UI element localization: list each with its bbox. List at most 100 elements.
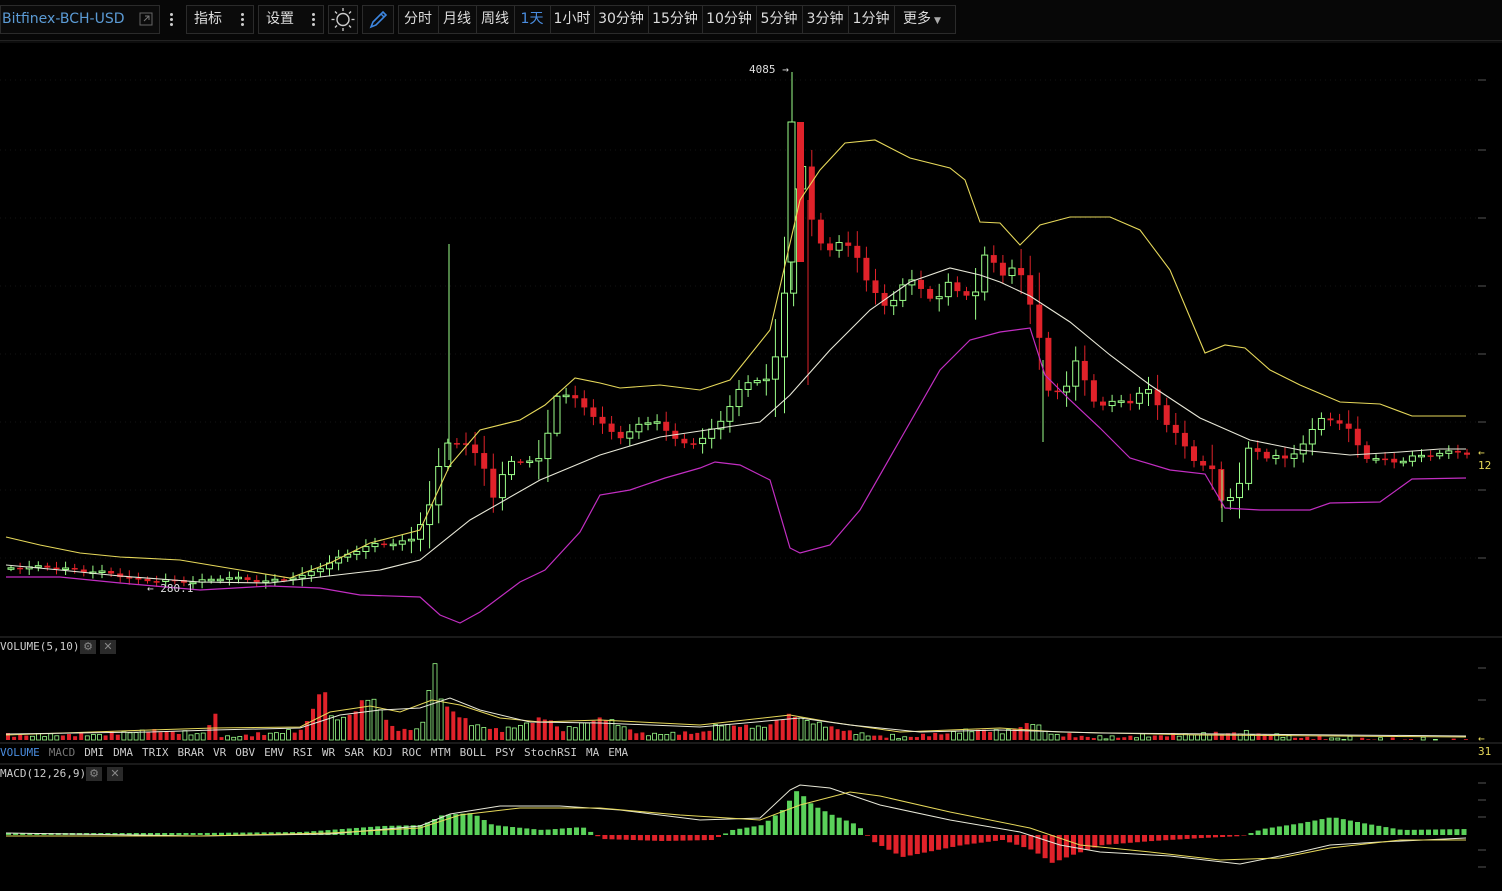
indicator-tab-boll[interactable]: BOLL xyxy=(460,746,487,759)
candle-body xyxy=(7,567,15,570)
macd-histogram-bar xyxy=(1113,835,1119,844)
volume-bar xyxy=(91,734,96,741)
indicator-tab-sar[interactable]: SAR xyxy=(344,746,364,759)
close-icon: ✕ xyxy=(103,640,113,653)
candle-body xyxy=(1236,482,1243,499)
volume-close-button[interactable]: ✕ xyxy=(100,640,116,654)
macd-histogram-bar xyxy=(1234,835,1240,837)
macd-histogram-bar xyxy=(1241,835,1247,836)
macd-histogram-bar xyxy=(808,803,814,835)
macd-histogram-bar xyxy=(666,835,672,841)
macd-histogram-bar xyxy=(886,835,892,850)
macd-histogram-bar xyxy=(985,835,991,842)
volume-bar xyxy=(695,732,700,740)
macd-histogram-bar xyxy=(751,826,757,835)
indicator-tab-dma[interactable]: DMA xyxy=(113,746,133,759)
indicator-tab-psy[interactable]: PSY xyxy=(495,746,515,759)
macd-histogram-bar xyxy=(900,835,906,857)
candle-body xyxy=(135,577,142,580)
volume-bar xyxy=(469,725,475,741)
indicator-tab-trix[interactable]: TRIX xyxy=(142,746,169,759)
macd-histogram-bar xyxy=(758,825,764,835)
indicator-tab-emv[interactable]: EMV xyxy=(264,746,284,759)
volume-bar xyxy=(640,732,645,740)
volume-bar xyxy=(1390,737,1395,740)
volume-bar xyxy=(176,733,181,740)
candle-body xyxy=(1336,420,1343,424)
indicator-tab-stochrsi[interactable]: StochRSI xyxy=(524,746,577,759)
volume-bar xyxy=(615,725,621,741)
macd-histogram-bar xyxy=(921,835,927,853)
candle-body xyxy=(1027,275,1034,305)
candle-body xyxy=(744,382,752,390)
candle-body xyxy=(562,394,570,398)
volume-bar xyxy=(988,731,993,740)
macd-settings-button[interactable]: ⚙ xyxy=(86,767,102,781)
candle-body xyxy=(1209,465,1216,470)
macd-close-button[interactable]: ✕ xyxy=(107,767,123,781)
volume-bar xyxy=(1067,733,1072,740)
volume-settings-button[interactable]: ⚙ xyxy=(80,640,96,654)
volume-bar xyxy=(1006,729,1011,741)
volume-bar xyxy=(1146,736,1152,741)
volume-bar xyxy=(1079,735,1084,740)
candle-body xyxy=(1100,401,1106,406)
indicator-tab-kdj[interactable]: KDJ xyxy=(373,746,393,759)
indicator-tab-obv[interactable]: OBV xyxy=(235,746,255,759)
macd-histogram-bar xyxy=(992,835,998,841)
volume-bar xyxy=(334,719,340,741)
indicator-tab-volume[interactable]: VOLUME xyxy=(0,746,40,759)
upper-bollinger-band xyxy=(5,139,1466,579)
volume-bar xyxy=(975,729,980,740)
volume-bar xyxy=(561,731,566,740)
indicator-tabs: VOLUME MACD DMI DMA TRIX BRAR VR OBV EMV RSI WR SAR… xyxy=(0,746,637,762)
macd-histogram-bar xyxy=(1142,835,1147,842)
indicator-tab-brar[interactable]: BRAR xyxy=(178,746,205,759)
candle-body xyxy=(635,423,643,433)
volume-bar xyxy=(273,732,279,741)
macd-histogram-bar xyxy=(510,827,516,835)
indicator-tab-macd[interactable]: MACD xyxy=(49,746,76,759)
volume-bar xyxy=(347,714,352,740)
indicator-tab-dmi[interactable]: DMI xyxy=(84,746,104,759)
macd-histogram-bar xyxy=(481,820,487,835)
candle-body xyxy=(845,242,852,246)
macd-histogram-bar xyxy=(389,825,395,835)
macd-histogram-bar xyxy=(765,820,771,835)
macd-histogram-bar xyxy=(673,835,679,841)
volume-bar xyxy=(84,735,90,741)
volume-bar xyxy=(445,706,450,740)
indicator-tab-vr[interactable]: VR xyxy=(213,746,226,759)
macd-histogram-bar xyxy=(162,833,168,835)
volume-bar xyxy=(1463,739,1468,740)
volume-bar xyxy=(853,734,859,741)
volume-bar xyxy=(634,733,639,740)
candle-body xyxy=(771,356,779,380)
volume-bar xyxy=(683,731,688,740)
candle-body xyxy=(526,460,534,464)
indicator-tab-mtm[interactable]: MTM xyxy=(431,746,451,759)
indicator-tab-wr[interactable]: WR xyxy=(322,746,335,759)
candle-body xyxy=(990,255,997,263)
volume-bar xyxy=(664,734,670,741)
candle-body xyxy=(381,543,388,546)
volume-bar xyxy=(1311,739,1316,740)
candle-body xyxy=(1299,443,1307,455)
macd-histogram-bar xyxy=(1177,835,1183,840)
indicator-tab-roc[interactable]: ROC xyxy=(402,746,422,759)
candle-body xyxy=(216,578,224,582)
candle-body xyxy=(1008,267,1016,277)
indicator-tab-rsi[interactable]: RSI xyxy=(293,746,313,759)
volume-bar xyxy=(457,717,462,740)
volume-bar xyxy=(1158,735,1163,740)
volume-bar xyxy=(969,731,975,741)
volume-bar xyxy=(328,715,334,741)
volume-bar xyxy=(914,737,919,740)
indicator-tab-ema[interactable]: EMA xyxy=(608,746,628,759)
volume-bar xyxy=(133,732,139,741)
macd-histogram-bar xyxy=(531,829,537,835)
candle-body xyxy=(1408,455,1416,462)
indicator-tab-ma[interactable]: MA xyxy=(586,746,599,759)
macd-histogram-bar xyxy=(907,835,913,856)
volume-bar xyxy=(713,724,718,741)
